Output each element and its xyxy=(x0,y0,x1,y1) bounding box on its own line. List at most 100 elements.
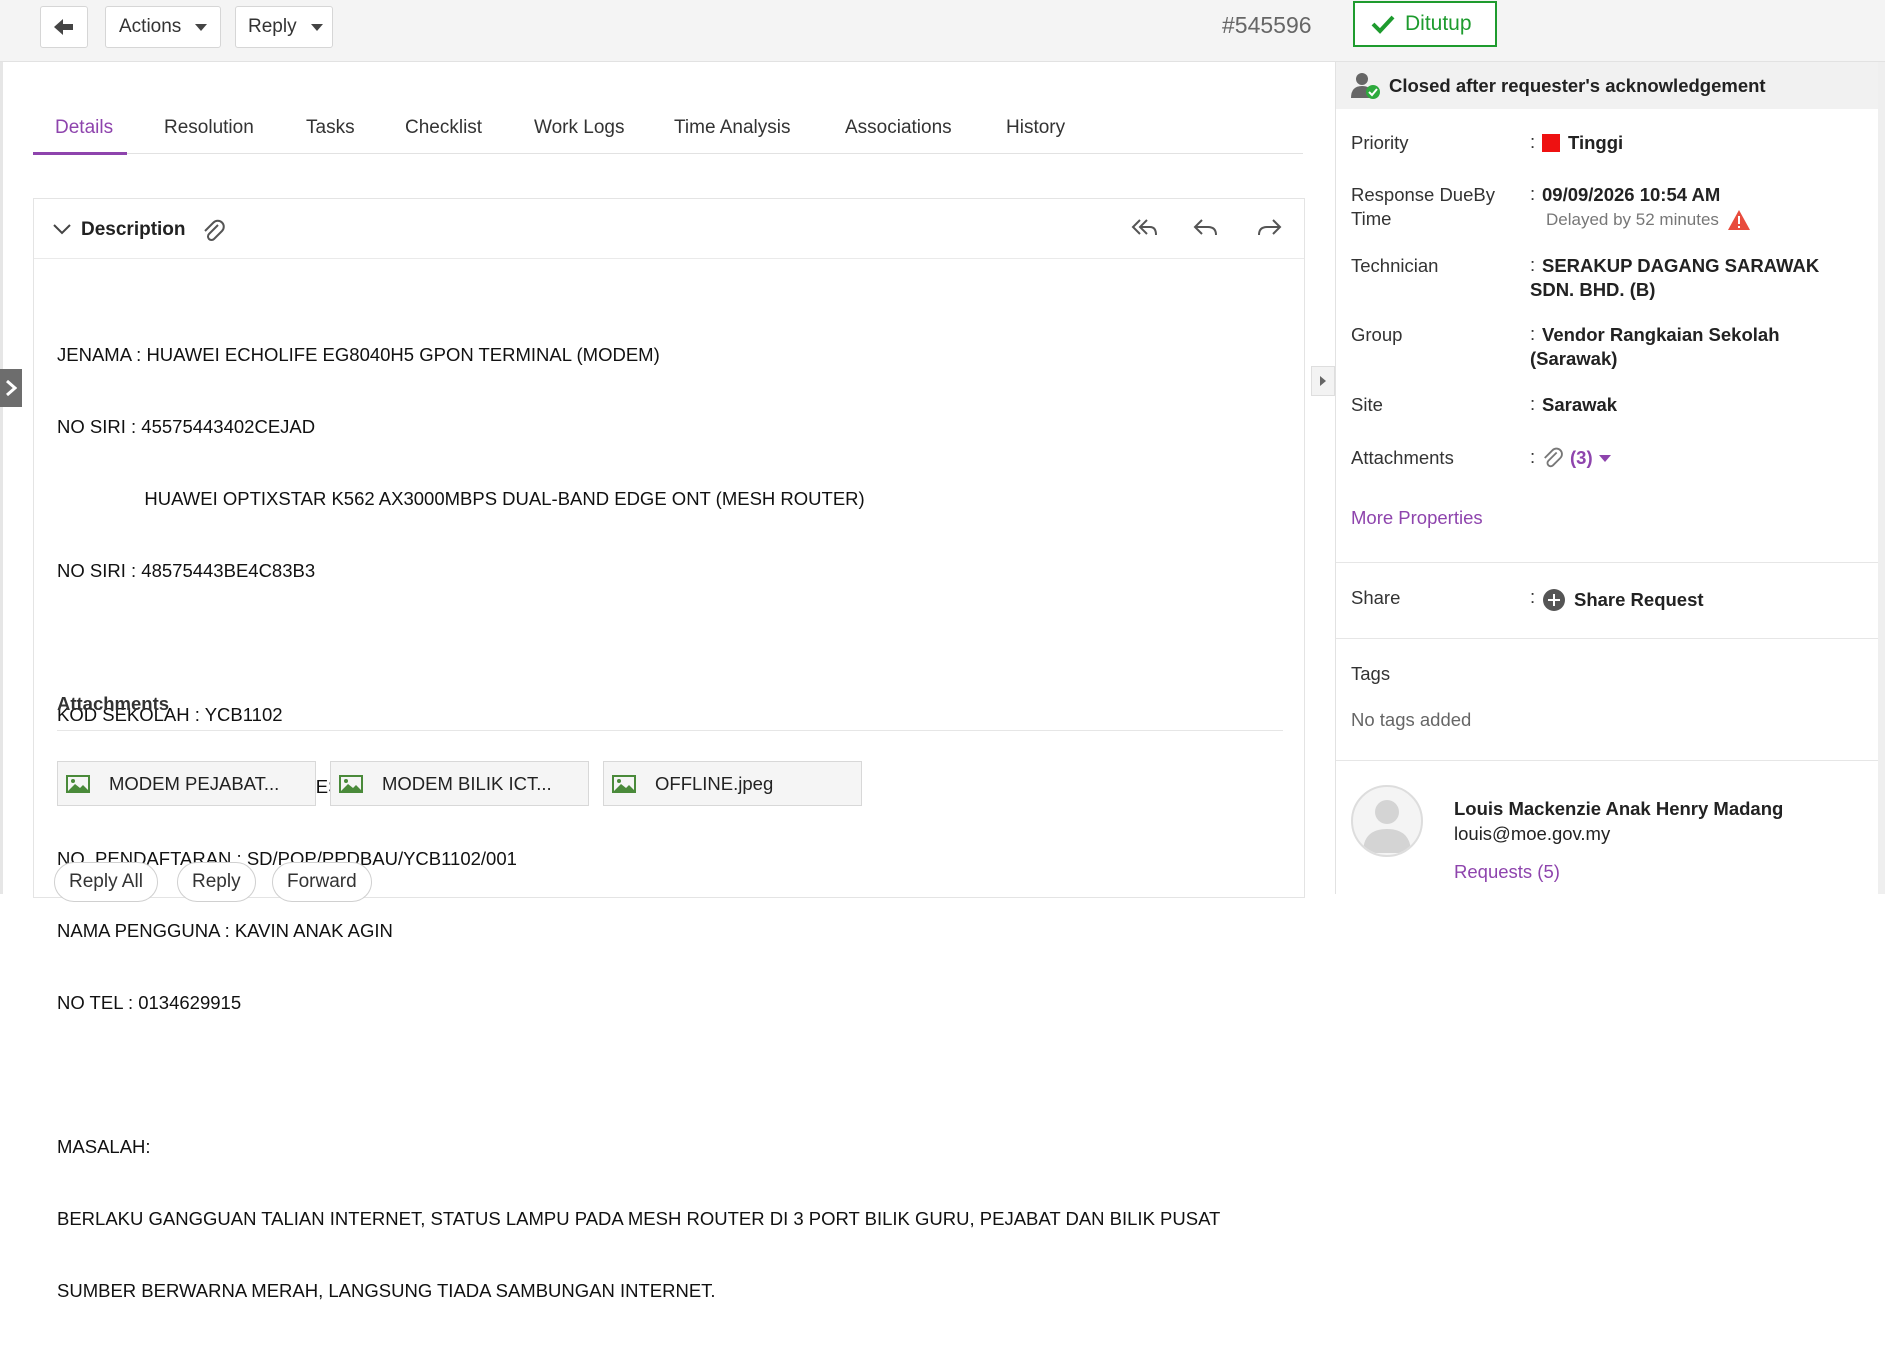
requester-email: louis@moe.gov.my xyxy=(1454,823,1611,844)
forward-icon[interactable] xyxy=(1256,217,1282,239)
tab-checklist[interactable]: Checklist xyxy=(405,96,482,154)
group-value: Vendor Rangkaian Sekolah (Sarawak) xyxy=(1530,324,1780,369)
attachments-heading: Attachments xyxy=(57,693,170,714)
tab-history[interactable]: History xyxy=(1006,96,1065,154)
attachment-chip[interactable]: MODEM BILIK ICT... xyxy=(330,761,589,806)
plus-circle-icon xyxy=(1543,589,1565,611)
arrow-left-icon xyxy=(54,19,73,35)
tab-time-analysis[interactable]: Time Analysis xyxy=(674,96,791,154)
attachments-count: (3) xyxy=(1570,447,1593,468)
chevron-right-icon xyxy=(6,380,17,396)
description-line xyxy=(57,1063,1287,1087)
delay-text: Delayed by 52 minutes xyxy=(1546,210,1719,229)
description-line: NO SIRI : 45575443402CEJAD xyxy=(57,416,316,437)
tab-details[interactable]: Details xyxy=(32,96,128,155)
back-button[interactable] xyxy=(40,6,88,48)
technician-value: SERAKUP DAGANG SARAWAK SDN. BHD. (B) xyxy=(1530,255,1820,300)
detail-tabs: Details Resolution Tasks Checklist Work … xyxy=(32,96,1303,155)
priority-color-swatch xyxy=(1542,134,1560,152)
divider xyxy=(1336,638,1878,639)
left-edge-strip xyxy=(0,62,3,894)
share-request-label: Share Request xyxy=(1574,589,1704,610)
description-line: KOD SEKOLAH : YCB1102 xyxy=(57,704,283,725)
attachment-name: MODEM BILIK ICT... xyxy=(382,772,552,794)
attachment-chip[interactable]: OFFLINE.jpeg xyxy=(603,761,862,806)
description-card: Description JENAMA : HUAWEI ECHOLIFE EG8… xyxy=(33,198,1305,1301)
reply-label: Reply xyxy=(248,16,297,37)
description-line: NO SIRI : 48575443BE4C83B3 xyxy=(57,560,316,581)
tags-empty-text: No tags added xyxy=(1351,709,1472,730)
priority-label: Priority xyxy=(1351,132,1409,153)
paperclip-icon xyxy=(1544,447,1563,468)
check-icon xyxy=(1371,15,1395,34)
closure-status-text: Closed after requester's acknowledgement xyxy=(1389,74,1766,96)
actions-dropdown-button[interactable]: Actions xyxy=(105,6,221,48)
divider xyxy=(1336,562,1878,563)
user-icon xyxy=(1363,800,1411,853)
description-line: SUMBER BERWARNA MERAH, LANGSUNG TIADA SA… xyxy=(57,1280,716,1301)
share-label: Share xyxy=(1351,587,1401,608)
panel-scrollbar[interactable] xyxy=(1878,62,1885,894)
top-toolbar: Actions Reply #545596 Ditutup xyxy=(0,0,1885,62)
chevron-down-icon[interactable] xyxy=(52,223,72,235)
tab-work-logs[interactable]: Work Logs xyxy=(534,96,624,154)
requester-name[interactable]: Louis Mackenzie Anak Henry Madang xyxy=(1454,797,1783,821)
description-line: MASALAH: xyxy=(57,1136,151,1157)
right-panel-toggle[interactable] xyxy=(1311,366,1335,396)
divider xyxy=(57,730,1283,731)
attachments-count-link[interactable]: (3) xyxy=(1542,446,1611,470)
attachment-name: MODEM PEJABAT... xyxy=(109,772,280,794)
site-label: Site xyxy=(1351,394,1383,415)
description-header: Description xyxy=(34,199,1304,259)
reply-button[interactable]: Reply xyxy=(177,862,256,902)
description-body: JENAMA : HUAWEI ECHOLIFE EG8040H5 GPON T… xyxy=(57,295,1287,1351)
divider xyxy=(1336,760,1878,761)
description-line: JENAMA : HUAWEI ECHOLIFE EG8040H5 GPON T… xyxy=(57,344,660,365)
requester-requests-link[interactable]: Requests (5) xyxy=(1454,860,1560,884)
reply-all-icon[interactable] xyxy=(1130,217,1158,239)
closure-status-bar: Closed after requester's acknowledgement xyxy=(1336,62,1878,109)
tab-associations[interactable]: Associations xyxy=(845,96,952,154)
actions-label: Actions xyxy=(119,16,182,37)
status-badge[interactable]: Ditutup xyxy=(1353,1,1497,47)
ticket-id: #545596 xyxy=(1222,12,1312,38)
chevron-down-icon xyxy=(310,23,323,31)
tab-tasks[interactable]: Tasks xyxy=(306,96,355,154)
caret-right-icon xyxy=(1320,376,1326,386)
properties-panel: Closed after requester's acknowledgement… xyxy=(1335,62,1878,894)
priority-text: Tinggi xyxy=(1568,132,1624,153)
left-panel-toggle[interactable] xyxy=(0,369,22,407)
chevron-down-icon xyxy=(1598,454,1611,462)
description-line: NAMA PENGGUNA : KAVIN ANAK AGIN xyxy=(57,920,393,941)
description-line xyxy=(57,631,1287,655)
paperclip-icon[interactable] xyxy=(202,218,226,244)
priority-value[interactable]: Tinggi xyxy=(1542,131,1623,155)
attachments-label: Attachments xyxy=(1351,447,1454,468)
image-icon xyxy=(66,774,90,793)
image-icon xyxy=(612,774,636,793)
description-line: NO TEL : 0134629915 xyxy=(57,992,242,1013)
description-title: Description xyxy=(81,219,186,240)
status-label: Ditutup xyxy=(1405,12,1472,35)
tags-label: Tags xyxy=(1351,663,1391,684)
forward-button[interactable]: Forward xyxy=(272,862,372,902)
description-line: BERLAKU GANGGUAN TALIAN INTERNET, STATUS… xyxy=(57,1208,1221,1229)
response-due-value: 09/09/2026 10:54 AM xyxy=(1542,184,1721,205)
reply-icon[interactable] xyxy=(1193,217,1219,239)
group-label: Group xyxy=(1351,324,1403,345)
reply-all-button[interactable]: Reply All xyxy=(54,862,158,902)
warning-icon xyxy=(1727,210,1750,230)
tab-resolution[interactable]: Resolution xyxy=(164,96,254,154)
site-value: Sarawak xyxy=(1542,394,1618,415)
avatar xyxy=(1351,785,1423,857)
share-request-button[interactable]: Share Request xyxy=(1542,588,1704,612)
response-due-label: Response DueBy Time xyxy=(1351,184,1495,229)
reply-dropdown-button[interactable]: Reply xyxy=(235,6,333,48)
attachment-chip[interactable]: MODEM PEJABAT... xyxy=(57,761,316,806)
image-icon xyxy=(339,774,363,793)
technician-label: Technician xyxy=(1351,255,1439,276)
description-line: HUAWEI OPTIXSTAR K562 AX3000MBPS DUAL-BA… xyxy=(57,488,865,509)
attachment-name: OFFLINE.jpeg xyxy=(655,772,774,794)
delay-note: Delayed by 52 minutes xyxy=(1546,209,1751,231)
more-properties-link[interactable]: More Properties xyxy=(1351,506,1483,530)
